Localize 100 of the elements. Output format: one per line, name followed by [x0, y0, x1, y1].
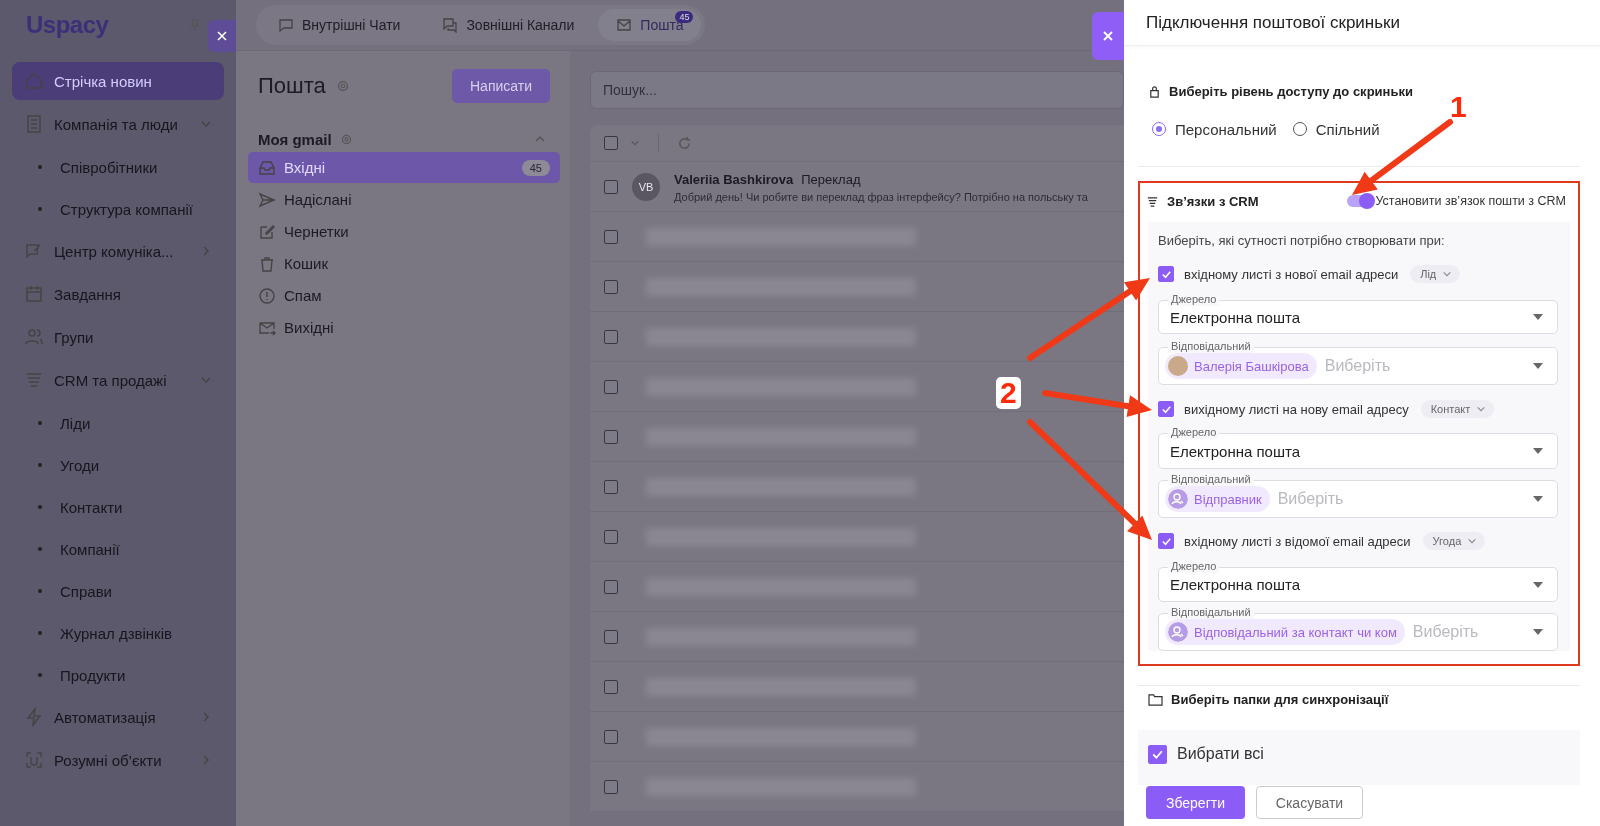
chevron-icon: [200, 245, 212, 257]
folder-item[interactable]: Чернетки: [248, 216, 560, 247]
sidebar-subitem[interactable]: Структура компанії: [12, 190, 224, 228]
field-value: Електронна пошта: [1170, 442, 1301, 460]
nav-icon: [24, 370, 44, 390]
dropdown-arrow-icon: [1533, 496, 1543, 502]
lock-icon: [1148, 84, 1161, 98]
avatar: VB: [632, 172, 660, 201]
radio-option[interactable]: Спільний: [1292, 120, 1380, 138]
checkbox[interactable]: [604, 379, 618, 394]
sender-name: Valeriia Bashkirova: [674, 172, 794, 187]
field-value: Електронна пошта: [1170, 308, 1301, 326]
settings-icon[interactable]: [335, 79, 350, 93]
assignee-chip[interactable]: Відправник: [1165, 486, 1270, 512]
dropdown-arrow-icon: [1533, 629, 1543, 635]
checkbox[interactable]: [604, 579, 618, 594]
entity-dropdown[interactable]: Угода: [1422, 532, 1486, 550]
toggle-switch[interactable]: [1347, 195, 1374, 207]
checkmark-icon: [1160, 535, 1172, 547]
field-label: Відповідальний: [1168, 473, 1254, 486]
checkbox[interactable]: [1158, 533, 1174, 549]
chevron-icon: [1442, 269, 1453, 279]
sidebar-subitem[interactable]: Компанії: [12, 530, 224, 568]
dropdown-arrow-icon: [1533, 448, 1543, 454]
search-field[interactable]: Пошук...: [590, 71, 1124, 109]
nav-icon: [24, 707, 44, 727]
chevron-icon: [200, 118, 212, 130]
folder-item[interactable]: Кошик: [248, 248, 560, 279]
settings-icon[interactable]: [339, 132, 353, 146]
checkbox-label: вхідному листі з відомої email адреси: [1184, 533, 1411, 549]
sidebar-subitem[interactable]: Журнал дзвінків: [12, 614, 224, 652]
entity-dropdown[interactable]: Лід: [1410, 265, 1461, 283]
checkbox[interactable]: [604, 136, 618, 150]
assignee-chip[interactable]: Відповідальний за контакт чи ком: [1165, 619, 1405, 645]
sidebar-subitem[interactable]: Справи: [12, 572, 224, 610]
sidebar-item[interactable]: Автоматизація: [12, 698, 224, 736]
nav-icon: [24, 284, 44, 304]
sidebar-item[interactable]: Групи: [12, 318, 224, 356]
nav-icon: [24, 241, 44, 261]
checkbox[interactable]: [1158, 266, 1174, 282]
sidebar-subitem[interactable]: Контакти: [12, 488, 224, 526]
stack-icon: [1146, 194, 1159, 208]
checkbox[interactable]: [1158, 401, 1174, 417]
section-title: Виберіть папки для синхронізації: [1171, 691, 1389, 707]
sidebar-subitem[interactable]: Співробітники: [12, 148, 224, 186]
module-tab[interactable]: Внутрішні Чати: [260, 9, 419, 41]
module-tab[interactable]: Зовнішні Канали: [424, 9, 593, 41]
avatar-placeholder: [1168, 356, 1188, 376]
user-icon: [1168, 489, 1188, 509]
checkbox[interactable]: [604, 529, 618, 544]
sidebar-item[interactable]: Компанія та люди: [12, 105, 224, 143]
dropdown-arrow-icon: [1533, 314, 1543, 320]
checkbox[interactable]: [604, 679, 618, 694]
checkbox[interactable]: [604, 329, 618, 344]
cancel-button[interactable]: Скасувати: [1256, 786, 1363, 819]
checkbox[interactable]: [604, 479, 618, 494]
sidebar-item[interactable]: CRM та продажі: [12, 361, 224, 399]
folder-item[interactable]: Спам: [248, 280, 560, 311]
close-button[interactable]: [208, 20, 236, 52]
checkbox[interactable]: [604, 779, 618, 794]
annotation-number: 2: [996, 377, 1021, 409]
checkbox[interactable]: [604, 629, 618, 644]
checkbox[interactable]: [604, 429, 618, 444]
sidebar-subitem[interactable]: Угоди: [12, 446, 224, 484]
prompt-text: Виберіть, які сутності потрібно створювати при:: [1158, 232, 1446, 250]
refresh-icon[interactable]: [677, 135, 692, 151]
radio-option[interactable]: Персональний: [1152, 120, 1277, 138]
checkbox[interactable]: [604, 279, 618, 294]
chevron-icon: [200, 374, 212, 386]
dropdown-arrow-icon: [1533, 581, 1543, 588]
folder-item[interactable]: Вихідні: [248, 312, 560, 343]
entity-dropdown[interactable]: Контакт: [1420, 400, 1495, 418]
placeholder-text: Виберіть: [1324, 357, 1391, 375]
sidebar-item[interactable]: Центр комуніка...: [12, 232, 224, 270]
sidebar-item[interactable]: Розумні об’єкти: [12, 741, 224, 779]
checkbox[interactable]: [604, 729, 618, 744]
chevron-icon: [200, 754, 212, 766]
caret-icon[interactable]: [630, 138, 640, 148]
assignee-chip[interactable]: Валерія Башкірова: [1165, 353, 1317, 379]
field-value: Електронна пошта: [1170, 576, 1301, 593]
close-button[interactable]: [1092, 12, 1124, 60]
close-icon: [1102, 30, 1114, 42]
field-label: Джерело: [1168, 426, 1220, 439]
save-button[interactable]: Зберегти: [1146, 786, 1245, 819]
placeholder-text: Виберіть: [1277, 490, 1344, 508]
checkbox[interactable]: [604, 179, 618, 194]
nav-icon: [24, 750, 44, 770]
toggle-label: Установити зв’язок пошти з CRM: [1375, 194, 1566, 208]
checkbox[interactable]: [1148, 744, 1167, 764]
chevron-icon: [200, 711, 212, 723]
checkbox-label: Вибрати всі: [1177, 745, 1264, 763]
section-title: Виберіть рівень доступу до скриньки: [1169, 83, 1413, 99]
sidebar-subitem[interactable]: Продукти: [12, 656, 224, 694]
compose-button[interactable]: Написати: [452, 69, 550, 103]
checkbox[interactable]: [604, 229, 618, 244]
folder-item[interactable]: Вхідні 45: [248, 152, 560, 183]
sidebar-item[interactable]: Завдання: [12, 275, 224, 313]
sidebar-item[interactable]: Стрічка новин: [12, 62, 224, 100]
sidebar-subitem[interactable]: Ліди: [12, 404, 224, 442]
folder-item[interactable]: Надіслані: [248, 184, 560, 215]
